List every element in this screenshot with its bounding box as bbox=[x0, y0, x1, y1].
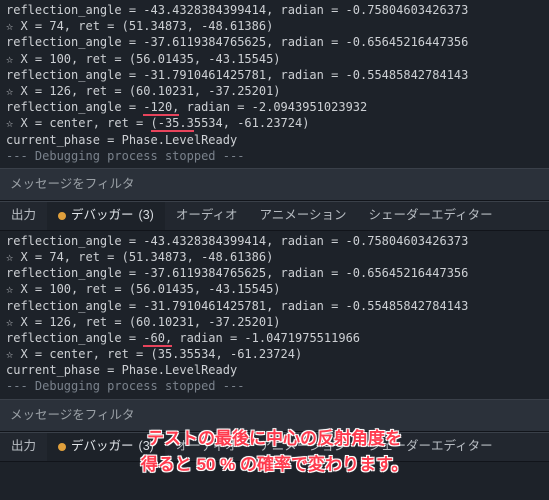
tab-shader-editor-2[interactable]: シェーダーエディター bbox=[357, 433, 503, 461]
tab-debugger-2[interactable]: デバッガー (3) bbox=[47, 433, 165, 461]
console-line: ☆ X = 126, ret = (60.10231, -37.25201) bbox=[6, 83, 543, 99]
tab-animation-2[interactable]: アニメーション bbox=[248, 433, 357, 461]
console-line: ☆ X = 74, ret = (51.34873, -48.61386) bbox=[6, 18, 543, 34]
tab-bar-2: 出力 デバッガー (3) オーディオ アニメーション シェーダーエディター bbox=[0, 432, 549, 462]
warning-dot-icon bbox=[58, 212, 66, 220]
console-line: reflection_angle = -31.7910461425781, ra… bbox=[6, 67, 543, 83]
tab-animation[interactable]: アニメーション bbox=[248, 202, 357, 230]
tab-bar: 出力 デバッガー (3) オーディオ アニメーション シェーダーエディター bbox=[0, 201, 549, 231]
tab-debugger-count: (3) bbox=[139, 207, 154, 224]
filter-bar[interactable]: メッセージをフィルタ bbox=[0, 168, 549, 201]
console-line: reflection_angle = -37.6119384765625, ra… bbox=[6, 34, 543, 50]
tab-shader-editor[interactable]: シェーダーエディター bbox=[357, 202, 503, 230]
tab-output-2[interactable]: 出力 bbox=[0, 433, 47, 461]
console-line: reflection_angle = -37.6119384765625, ra… bbox=[6, 265, 543, 281]
console-line: reflection_angle = -120, radian = -2.094… bbox=[6, 99, 543, 115]
tab-debugger[interactable]: デバッガー (3) bbox=[47, 202, 165, 230]
tab-debugger-count-2: (3) bbox=[139, 438, 154, 455]
console-line: ☆ X = 126, ret = (60.10231, -37.25201) bbox=[6, 314, 543, 330]
warning-dot-icon bbox=[58, 443, 66, 451]
console-line: ☆ X = center, ret = (-35.35534, -61.2372… bbox=[6, 115, 543, 131]
tab-audio[interactable]: オーディオ bbox=[165, 202, 249, 230]
console-output-top: reflection_angle = -43.4328384399414, ra… bbox=[0, 0, 549, 168]
console-line: reflection_angle = -43.4328384399414, ra… bbox=[6, 2, 543, 18]
console-line: ☆ X = 100, ret = (56.01435, -43.15545) bbox=[6, 281, 543, 297]
highlight-value: -120, bbox=[143, 100, 179, 116]
console-line: ☆ X = center, ret = (35.35534, -61.23724… bbox=[6, 346, 543, 362]
tab-debugger-label: デバッガー bbox=[71, 207, 134, 224]
console-line: --- Debugging process stopped --- bbox=[6, 148, 543, 164]
console-line: --- Debugging process stopped --- bbox=[6, 378, 543, 394]
tab-debugger-label-2: デバッガー bbox=[71, 438, 134, 455]
tab-output[interactable]: 出力 bbox=[0, 202, 47, 230]
console-line: current_phase = Phase.LevelReady bbox=[6, 132, 543, 148]
filter-bar-2[interactable]: メッセージをフィルタ bbox=[0, 399, 549, 432]
highlight-value: (-35.3 bbox=[151, 116, 194, 132]
tab-audio-2[interactable]: オーディオ bbox=[165, 433, 249, 461]
console-line: reflection_angle = -43.4328384399414, ra… bbox=[6, 233, 543, 249]
console-line: current_phase = Phase.LevelReady bbox=[6, 362, 543, 378]
highlight-value: -60, bbox=[143, 331, 172, 347]
console-line: ☆ X = 74, ret = (51.34873, -48.61386) bbox=[6, 249, 543, 265]
console-line: reflection_angle = -60, radian = -1.0471… bbox=[6, 330, 543, 346]
console-line: ☆ X = 100, ret = (56.01435, -43.15545) bbox=[6, 51, 543, 67]
console-line: reflection_angle = -31.7910461425781, ra… bbox=[6, 298, 543, 314]
console-output-bottom: reflection_angle = -43.4328384399414, ra… bbox=[0, 231, 549, 399]
